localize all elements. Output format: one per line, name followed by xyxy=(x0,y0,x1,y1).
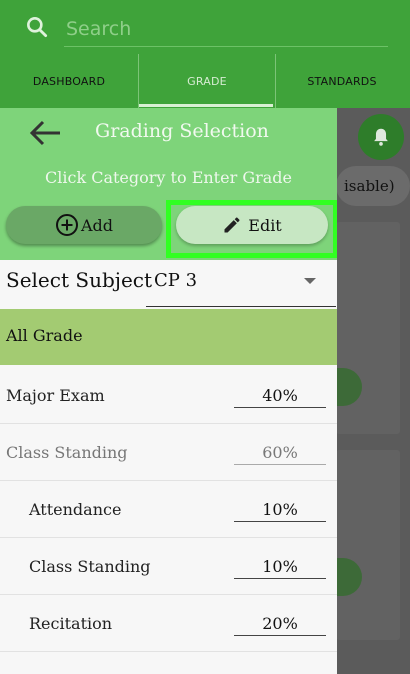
subcategory-name: Class Standing xyxy=(29,557,151,576)
grade-category-list: Major Exam 40% Class Standing 60% Attend… xyxy=(0,367,337,652)
category-percent: 40% xyxy=(234,386,326,408)
app-header: DASHBOARD GRADE STANDARDS xyxy=(0,0,410,108)
tab-standards[interactable]: STANDARDS xyxy=(274,54,410,108)
add-button[interactable]: Add xyxy=(6,206,162,244)
subcategory-name: Attendance xyxy=(29,500,122,519)
pencil-icon xyxy=(224,217,240,233)
dropdown-caret-icon xyxy=(304,278,316,284)
subcategory-percent: 10% xyxy=(234,500,326,522)
subcategory-name: Recitation xyxy=(29,614,113,633)
grade-category-row[interactable]: Class Standing 60% xyxy=(0,424,337,481)
action-buttons: Add Edit xyxy=(0,200,337,260)
background-toggle-label: isable) xyxy=(344,177,395,195)
search-input[interactable] xyxy=(64,12,388,47)
active-tab-indicator xyxy=(139,104,273,107)
add-circle-icon xyxy=(55,214,78,236)
grade-subcategory-row[interactable]: Attendance 10% xyxy=(0,481,337,538)
background-toggle[interactable]: isable) xyxy=(336,166,410,206)
subject-value: CP 3 xyxy=(154,270,198,291)
edit-button-label: Edit xyxy=(248,215,282,235)
category-percent: 60% xyxy=(234,443,326,465)
edit-button[interactable]: Edit xyxy=(176,206,328,244)
tab-dashboard[interactable]: DASHBOARD xyxy=(0,54,138,108)
notification-button[interactable] xyxy=(358,114,404,160)
category-name: Major Exam xyxy=(6,386,105,405)
grading-selection-drawer: Grading Selection Click Category to Ente… xyxy=(0,108,337,674)
subject-selector-row: Select Subject CP 3 xyxy=(0,260,337,310)
search-bar xyxy=(0,0,410,54)
subcategory-percent: 10% xyxy=(234,557,326,579)
grade-subcategory-row[interactable]: Class Standing 10% xyxy=(0,538,337,595)
drawer-title: Grading Selection xyxy=(95,120,269,142)
drawer-subtitle: Click Category to Enter Grade xyxy=(45,168,292,187)
back-arrow-icon[interactable] xyxy=(28,118,64,148)
drawer-header: Grading Selection Click Category to Ente… xyxy=(0,108,337,202)
add-button-label: Add xyxy=(80,215,114,235)
tab-grade[interactable]: GRADE xyxy=(138,54,276,108)
background-card xyxy=(336,450,400,640)
subject-label: Select Subject xyxy=(6,268,153,292)
category-name: Class Standing xyxy=(6,443,128,462)
all-grade-label: All Grade xyxy=(6,326,83,345)
all-grade-item[interactable]: All Grade xyxy=(0,309,337,365)
search-icon[interactable] xyxy=(24,14,50,40)
subject-dropdown[interactable]: CP 3 xyxy=(146,266,336,307)
tab-bar: DASHBOARD GRADE STANDARDS xyxy=(0,54,410,108)
grade-category-row[interactable]: Major Exam 40% xyxy=(0,367,337,424)
subcategory-percent: 20% xyxy=(234,614,326,636)
bell-icon xyxy=(374,128,388,146)
grade-subcategory-row[interactable]: Recitation 20% xyxy=(0,595,337,652)
